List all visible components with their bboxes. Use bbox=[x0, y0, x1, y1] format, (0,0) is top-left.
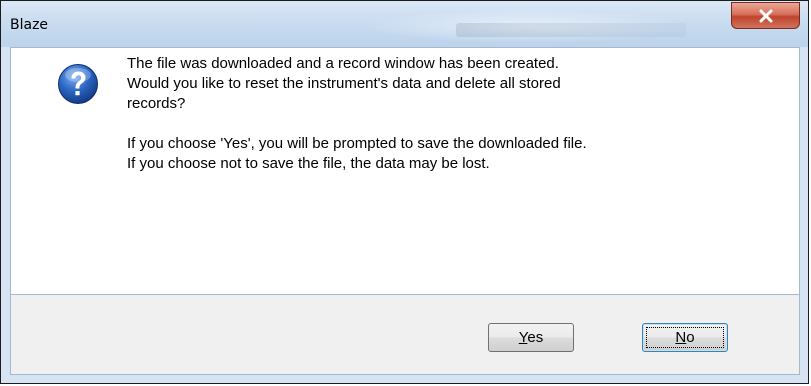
yes-button-label: Yes bbox=[519, 329, 543, 346]
yes-button[interactable]: Yes bbox=[488, 323, 574, 352]
yes-label-rest: es bbox=[527, 329, 544, 346]
title-bar[interactable]: Blaze bbox=[1, 1, 808, 47]
message-dialog: Blaze The file was downloaded and a reco… bbox=[0, 0, 809, 384]
close-icon bbox=[759, 9, 772, 22]
window-title: Blaze bbox=[10, 17, 49, 33]
no-label-rest: o bbox=[686, 329, 695, 346]
background-window-title bbox=[456, 23, 686, 37]
no-mnemonic: N bbox=[675, 329, 687, 346]
message-paragraph-1: The file was downloaded and a record win… bbox=[127, 55, 561, 112]
close-button[interactable] bbox=[731, 2, 800, 29]
question-icon bbox=[58, 64, 98, 104]
no-button-label: No bbox=[675, 329, 694, 346]
button-bar: Yes No bbox=[10, 295, 800, 375]
no-button[interactable]: No bbox=[642, 323, 728, 352]
message-paragraph-2: If you choose 'Yes', you will be prompte… bbox=[127, 135, 587, 172]
message-text: The file was downloaded and a record win… bbox=[127, 54, 777, 174]
